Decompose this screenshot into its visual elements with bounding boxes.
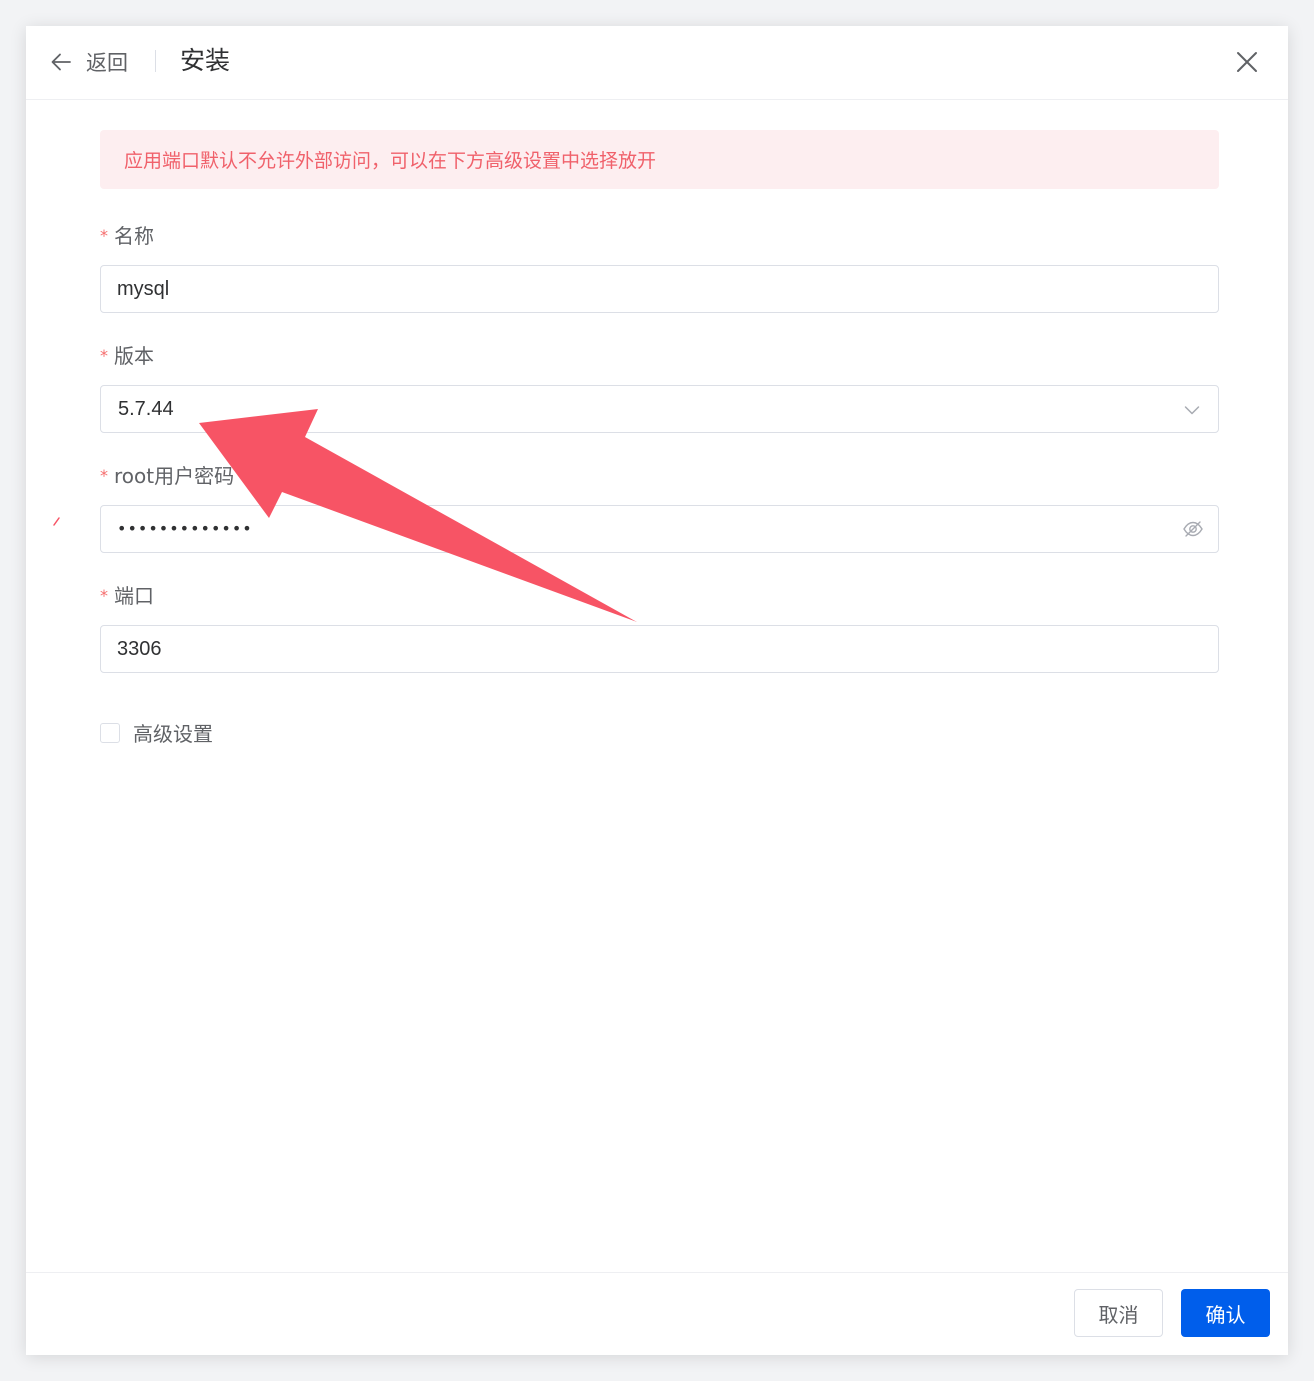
version-select[interactable]: 5.7.44 (100, 385, 1219, 433)
drawer-title: 安装 (180, 46, 231, 75)
header-divider (155, 50, 156, 72)
arrow-left-icon (50, 51, 72, 73)
required-mark: * (100, 346, 108, 365)
confirm-button[interactable]: 确认 (1181, 1289, 1270, 1337)
drawer-footer: 取消 确认 (26, 1272, 1288, 1356)
port-input-wrapper (100, 625, 1219, 673)
cancel-button[interactable]: 取消 (1074, 1289, 1163, 1337)
required-mark: * (100, 466, 108, 485)
alert-text: 应用端口默认不允许外部访问，可以在下方高级设置中选择放开 (124, 150, 657, 172)
back-button[interactable]: 返回 (50, 44, 128, 80)
port-label: * 端口 (100, 584, 154, 608)
required-mark: * (100, 586, 108, 605)
root-password-input[interactable]: ••••••••••••• (100, 505, 1219, 553)
drawer-header: 返回 安装 (26, 26, 1288, 100)
name-input[interactable] (101, 266, 1218, 312)
install-drawer: 返回 安装 应用端口默认不允许外部访问，可以在下方高级设置中选择放开 *名称 *… (26, 26, 1288, 1355)
eye-off-icon[interactable] (1182, 518, 1204, 544)
port-warning-alert: 应用端口默认不允许外部访问，可以在下方高级设置中选择放开 (100, 130, 1219, 189)
chevron-down-icon (1184, 402, 1200, 422)
name-input-wrapper (100, 265, 1219, 313)
root-password-label: * root用户密码 (100, 464, 235, 488)
checkbox-box[interactable] (100, 722, 120, 743)
version-label: * 版本 (100, 344, 154, 368)
back-label: 返回 (86, 51, 128, 75)
advanced-settings-label: 高级设置 (133, 722, 213, 746)
port-input[interactable] (101, 626, 1218, 672)
close-button[interactable] (1233, 48, 1261, 76)
password-masked-value: ••••••••••••• (117, 519, 253, 538)
required-mark: * (100, 226, 108, 245)
version-select-value: 5.7.44 (118, 398, 174, 420)
name-label: * 名称 (100, 224, 154, 248)
advanced-settings-checkbox[interactable]: 高级设置 (100, 718, 213, 747)
close-icon (1233, 52, 1261, 80)
